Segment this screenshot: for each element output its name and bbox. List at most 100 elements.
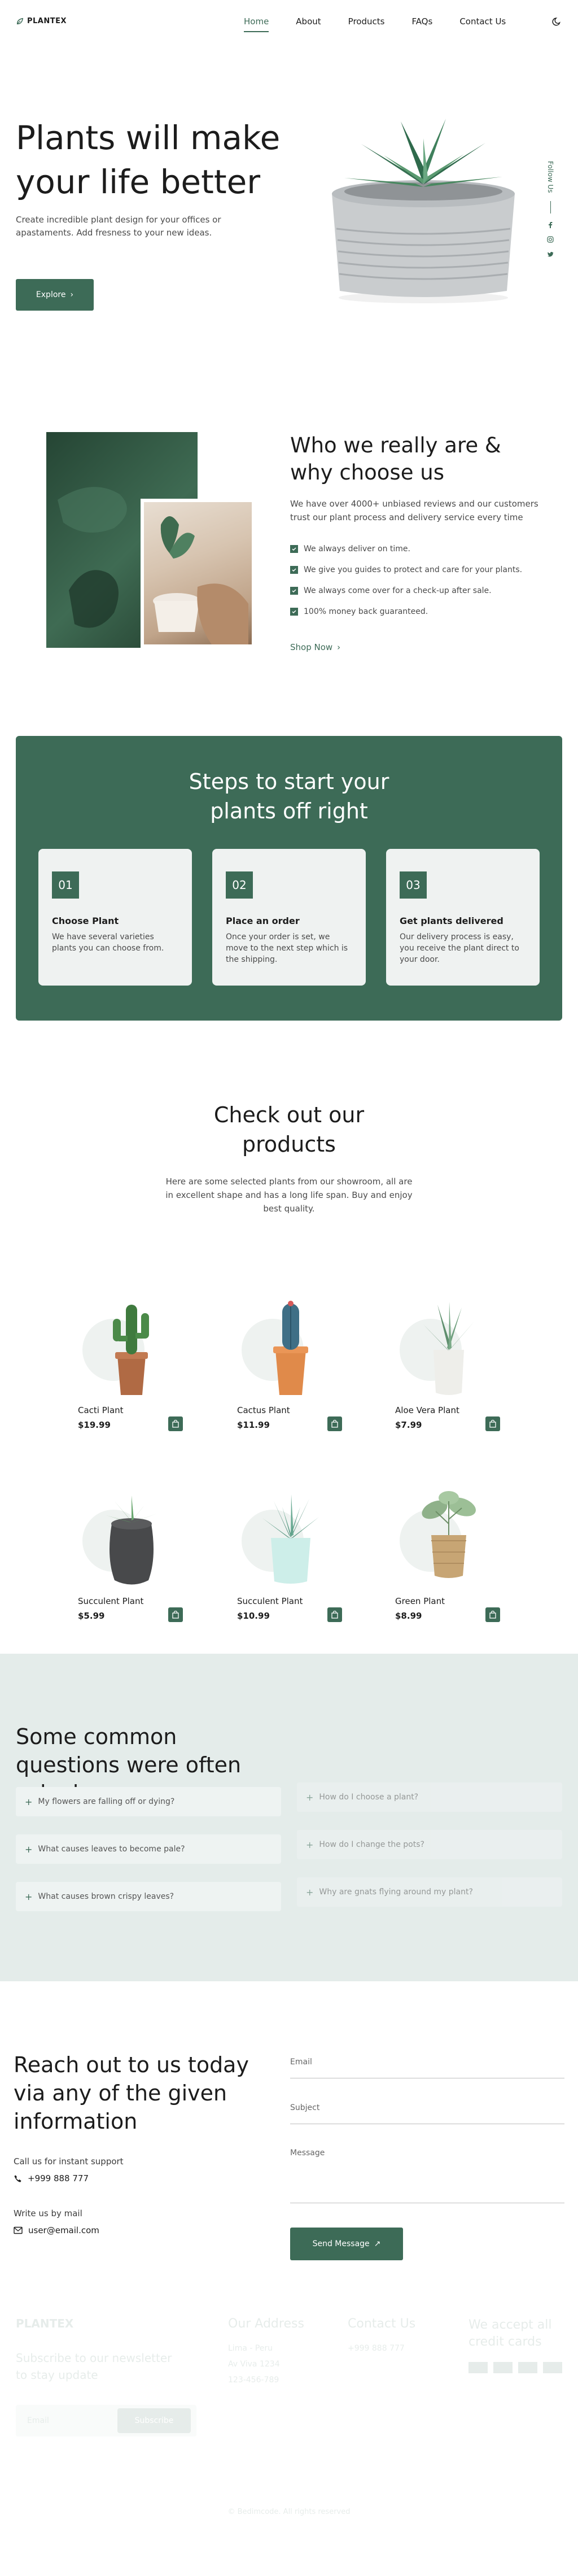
step-name: Place an order xyxy=(226,916,300,926)
arrow-right-icon: › xyxy=(70,290,74,299)
about-title: Who we really are & why choose us xyxy=(290,433,501,485)
product-card[interactable]: Cactus Plant $11.99 xyxy=(237,1293,344,1453)
checklist-item: We give you guides to protect and care f… xyxy=(290,564,522,576)
about-checklist: We always deliver on time. We give you g… xyxy=(290,543,522,617)
nav-contact[interactable]: Contact Us xyxy=(459,16,506,27)
faq-question: Why are gnats flying around my plant? xyxy=(319,1888,473,1897)
hero-description: Create incredible plant design for your … xyxy=(16,215,221,238)
nav-faqs[interactable]: FAQs xyxy=(411,16,432,27)
shopping-bag-icon xyxy=(172,1611,179,1619)
arrow-right-icon: › xyxy=(337,642,341,652)
plus-icon: + xyxy=(306,1792,314,1803)
phone-icon xyxy=(14,2174,21,2182)
nav-home[interactable]: Home xyxy=(244,16,269,32)
faq-item[interactable]: + What causes leaves to become pale? xyxy=(16,1834,281,1864)
shop-now-link[interactable]: Shop Now › xyxy=(290,642,340,652)
product-card[interactable]: Succulent Plant $5.99 xyxy=(78,1484,185,1644)
footer-logo[interactable]: PLANTEX xyxy=(16,2317,73,2330)
about-image-hands-pot-art xyxy=(153,516,248,644)
checklist-text: We always come over for a check-up after… xyxy=(304,586,492,595)
subject-field[interactable]: Subject xyxy=(290,2102,564,2124)
address-line: Lima - Peru xyxy=(228,2344,273,2353)
product-image-succulent-light xyxy=(262,1494,319,1584)
product-card[interactable]: Cacti Plant $19.99 xyxy=(78,1293,185,1453)
shopping-bag-icon xyxy=(489,1611,496,1619)
shopping-bag-icon xyxy=(489,1420,496,1428)
faq-item[interactable]: + My flowers are falling off or dying? xyxy=(16,1787,281,1816)
product-price: $5.99 xyxy=(78,1611,105,1621)
product-name: Green Plant xyxy=(395,1596,445,1606)
checklist-item: We always deliver on time. xyxy=(290,543,522,555)
footer-contact-title: Contact Us xyxy=(348,2317,416,2331)
footer: PLANTEX Subscribe to our newsletter to s… xyxy=(0,2293,578,2576)
product-card[interactable]: Aloe Vera Plant $7.99 xyxy=(395,1293,502,1453)
product-card[interactable]: Green Plant $8.99 xyxy=(395,1484,502,1644)
step-name: Choose Plant xyxy=(52,916,119,926)
faq-item[interactable]: + Why are gnats flying around my plant? xyxy=(297,1877,562,1907)
step-card: 02 Place an order Once your order is set… xyxy=(212,849,366,986)
faq-item[interactable]: + How do I change the pots? xyxy=(297,1830,562,1859)
leaf-icon xyxy=(16,18,24,24)
check-icon xyxy=(290,587,298,595)
product-name: Succulent Plant xyxy=(78,1596,144,1606)
subscribe-button[interactable]: Subscribe xyxy=(117,2408,191,2433)
faq-section: Some common questions were often asked +… xyxy=(0,1654,578,1981)
product-image-aloe-vera xyxy=(423,1302,474,1395)
step-description: We have several varieties plants you can… xyxy=(52,932,164,953)
moon-icon[interactable] xyxy=(552,16,562,27)
product-card[interactable]: Succulent Plant $10.99 xyxy=(237,1484,344,1644)
add-to-cart-button[interactable] xyxy=(327,1607,342,1622)
payment-title: We accept all credit cards xyxy=(468,2318,552,2349)
faq-item[interactable]: + How do I choose a plant? xyxy=(297,1782,562,1812)
copyright: © Bedimcode. All rights reserved xyxy=(227,2508,351,2516)
add-to-cart-button[interactable] xyxy=(168,1607,183,1622)
faq-question: My flowers are falling off or dying? xyxy=(38,1797,175,1806)
add-to-cart-button[interactable] xyxy=(485,1416,500,1431)
faq-item[interactable]: + What causes brown crispy leaves? xyxy=(16,1882,281,1911)
footer-address-title: Our Address xyxy=(228,2317,304,2331)
email-field[interactable]: Email xyxy=(290,2056,564,2078)
newsletter-form: Email Subscribe xyxy=(16,2405,196,2436)
email-field-label: Email xyxy=(290,2058,312,2067)
checklist-text: We give you guides to protect and care f… xyxy=(304,565,523,574)
visa-icon xyxy=(468,2362,488,2373)
payment-icons xyxy=(468,2362,562,2373)
product-price: $19.99 xyxy=(78,1420,111,1430)
phone-contact[interactable]: +999 888 777 xyxy=(14,2173,89,2183)
mastercard-icon xyxy=(493,2362,513,2373)
step-card: 03 Get plants delivered Our delivery pro… xyxy=(386,849,540,986)
step-number: 03 xyxy=(400,871,427,899)
send-message-button[interactable]: Send Message ↗ xyxy=(290,2228,403,2260)
write-label: Write us by mail xyxy=(14,2208,82,2218)
step-number: 01 xyxy=(52,871,79,899)
add-to-cart-button[interactable] xyxy=(168,1416,183,1431)
add-to-cart-button[interactable] xyxy=(327,1416,342,1431)
nav-products[interactable]: Products xyxy=(348,16,385,27)
check-icon xyxy=(290,545,298,553)
product-image-succulent-dark xyxy=(106,1496,157,1585)
hero-plant-image xyxy=(332,119,515,303)
contact-title: Reach out to us today via any of the giv… xyxy=(14,2052,249,2134)
hero-title: Plants will make your life better xyxy=(16,119,281,201)
product-image-green-plant xyxy=(422,1491,476,1578)
address-line: Av Viva 1234 xyxy=(228,2360,280,2369)
phone-number: +999 888 777 xyxy=(28,2173,89,2183)
product-name: Cactus Plant xyxy=(237,1405,290,1415)
instagram-icon[interactable] xyxy=(547,236,554,243)
checklist-text: We always deliver on time. xyxy=(304,544,410,553)
email-contact[interactable]: user@email.com xyxy=(14,2225,99,2235)
main-nav: Home About Products FAQs Contact Us xyxy=(244,16,506,32)
product-name: Succulent Plant xyxy=(237,1596,303,1606)
nav-about[interactable]: About xyxy=(296,16,321,27)
explore-button[interactable]: Explore › xyxy=(16,279,94,311)
products-description: Here are some selected plants from our s… xyxy=(165,1176,413,1214)
facebook-icon[interactable] xyxy=(547,221,554,228)
twitter-icon[interactable] xyxy=(547,251,554,258)
shopping-bag-icon xyxy=(331,1420,338,1428)
paypal-icon xyxy=(518,2362,537,2373)
message-field[interactable]: Message xyxy=(290,2147,564,2203)
newsletter-title: Subscribe to our newsletter to stay upda… xyxy=(16,2351,172,2382)
newsletter-input[interactable]: Email xyxy=(27,2416,49,2425)
logo[interactable]: PLANTEX xyxy=(16,17,67,25)
add-to-cart-button[interactable] xyxy=(485,1607,500,1622)
